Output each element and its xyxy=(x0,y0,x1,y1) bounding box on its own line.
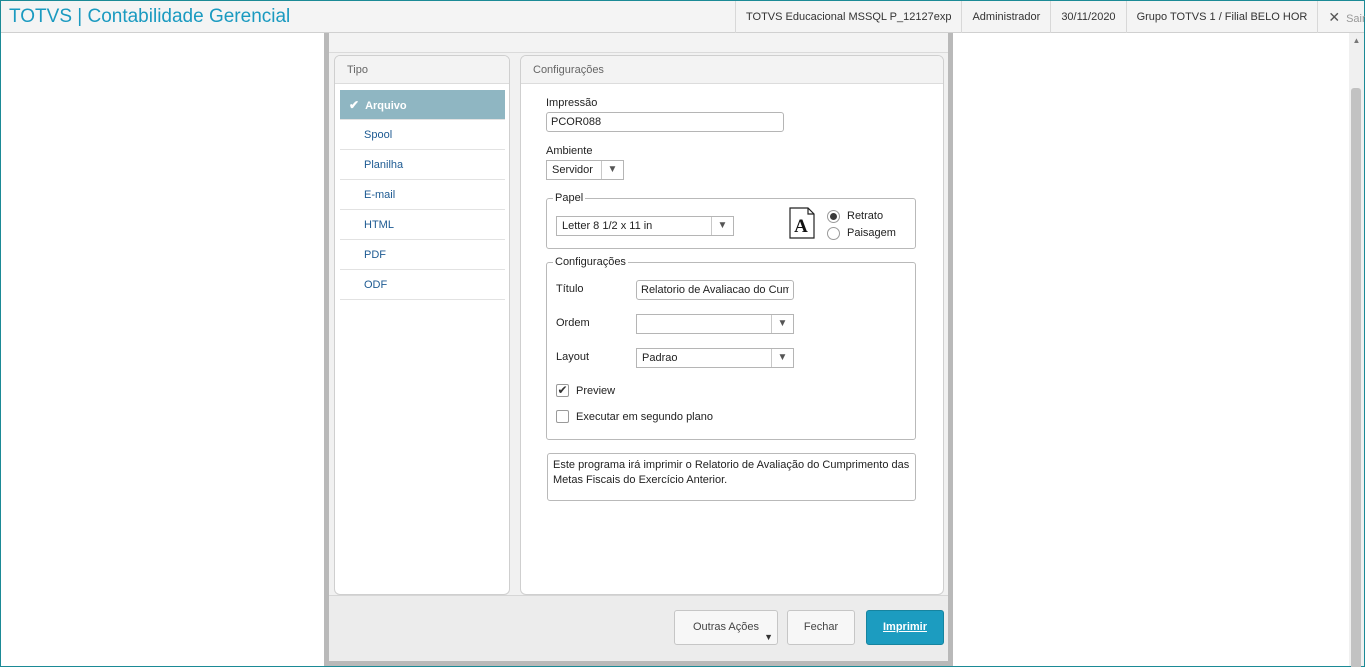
paisagem-label[interactable]: Paisagem xyxy=(847,227,896,239)
paper-icon-letter: A xyxy=(794,216,808,237)
configuracoes-legend: Configurações xyxy=(555,256,626,268)
company-label[interactable]: Grupo TOTVS 1 / Filial BELO HOR xyxy=(1125,1,1318,33)
environment-label[interactable]: TOTVS Educacional MSSQL P_12127exp xyxy=(735,1,961,33)
user-label[interactable]: Administrador xyxy=(961,1,1050,33)
tipo-item-odf[interactable]: ODF xyxy=(340,270,505,300)
scroll-thumb[interactable] xyxy=(1351,88,1361,667)
paper-size-select[interactable]: Letter 8 1/2 x 11 in ▼ xyxy=(556,216,734,236)
ambiente-select[interactable]: Servidor ▼ xyxy=(546,160,624,180)
tipo-panel: Tipo ✔ Arquivo Spool Planilha E-mail HTML… xyxy=(334,55,510,595)
top-bar: TOTVS | Contabilidade Gerencial TOTVS Ed… xyxy=(1,1,1365,33)
logout-label: Sair xyxy=(1346,13,1365,25)
logout-button[interactable]: ✕ Sair xyxy=(1317,1,1365,33)
impressao-label: Impressão xyxy=(546,97,598,109)
tipo-item-spool[interactable]: Spool xyxy=(340,120,505,150)
paper-size-value: Letter 8 1/2 x 11 in xyxy=(562,220,653,232)
page-scrollbar[interactable]: ▲ xyxy=(1349,33,1364,667)
outras-acoes-button[interactable]: Outras Ações ▼ xyxy=(674,610,778,645)
retrato-radio[interactable] xyxy=(827,210,840,223)
preview-label[interactable]: Preview xyxy=(576,385,615,397)
tipo-panel-title: Tipo xyxy=(335,56,509,84)
background-label[interactable]: Executar em segundo plano xyxy=(576,411,713,423)
config-panel-title: Configurações xyxy=(521,56,943,84)
chevron-down-icon: ▼ xyxy=(771,315,793,333)
outras-acoes-label: Outras Ações xyxy=(692,621,760,633)
titulo-label: Título xyxy=(556,283,584,295)
ambiente-value: Servidor xyxy=(552,164,593,176)
fechar-button[interactable]: Fechar xyxy=(787,610,855,645)
impressao-field[interactable] xyxy=(546,112,784,132)
description-line-2: Metas Fiscais do Exercício Anterior. xyxy=(553,474,728,486)
paisagem-radio[interactable] xyxy=(827,227,840,240)
titulo-field[interactable] xyxy=(636,280,794,300)
imprimir-button[interactable]: Imprimir xyxy=(866,610,944,645)
preview-checkbox[interactable]: ✔ xyxy=(556,384,569,397)
ambiente-label: Ambiente xyxy=(546,145,593,157)
ordem-label: Ordem xyxy=(556,317,590,329)
layout-label: Layout xyxy=(556,351,590,363)
scroll-up-icon[interactable]: ▲ xyxy=(1349,35,1364,47)
tipo-item-planilha[interactable]: Planilha xyxy=(340,150,505,180)
layout-select[interactable]: Padrao ▼ xyxy=(636,348,794,368)
tipo-list: ✔ Arquivo Spool Planilha E-mail HTML PDF … xyxy=(340,90,505,300)
app-title: TOTVS | Contabilidade Gerencial xyxy=(9,6,291,27)
background-checkbox[interactable] xyxy=(556,410,569,423)
papel-legend: Papel xyxy=(555,192,584,204)
chevron-down-icon: ▼ xyxy=(771,349,793,367)
check-icon: ✔ xyxy=(349,98,360,112)
tipo-item-label: Arquivo xyxy=(365,100,407,112)
description-box: Este programa irá imprimir o Relatorio d… xyxy=(547,453,916,501)
paper-orientation-icon: A xyxy=(789,207,815,239)
chevron-down-icon: ▼ xyxy=(711,217,733,235)
dialog-top-strip xyxy=(329,33,948,53)
layout-value: Padrao xyxy=(642,352,678,364)
date-label[interactable]: 30/11/2020 xyxy=(1050,1,1125,33)
close-icon: ✕ xyxy=(1328,9,1341,25)
chevron-down-icon: ▼ xyxy=(601,161,623,179)
tipo-item-email[interactable]: E-mail xyxy=(340,180,505,210)
description-line-1: Este programa irá imprimir o Relatorio d… xyxy=(553,459,910,471)
tipo-item-pdf[interactable]: PDF xyxy=(340,240,505,270)
dialog-footer xyxy=(329,595,948,661)
tipo-item-arquivo[interactable]: ✔ Arquivo xyxy=(340,90,505,120)
retrato-label[interactable]: Retrato xyxy=(847,210,883,222)
tipo-item-html[interactable]: HTML xyxy=(340,210,505,240)
caret-down-icon: ▼ xyxy=(764,632,773,642)
ordem-select[interactable]: ▼ xyxy=(636,314,794,334)
header-info: TOTVS Educacional MSSQL P_12127exp Admin… xyxy=(735,1,1365,33)
